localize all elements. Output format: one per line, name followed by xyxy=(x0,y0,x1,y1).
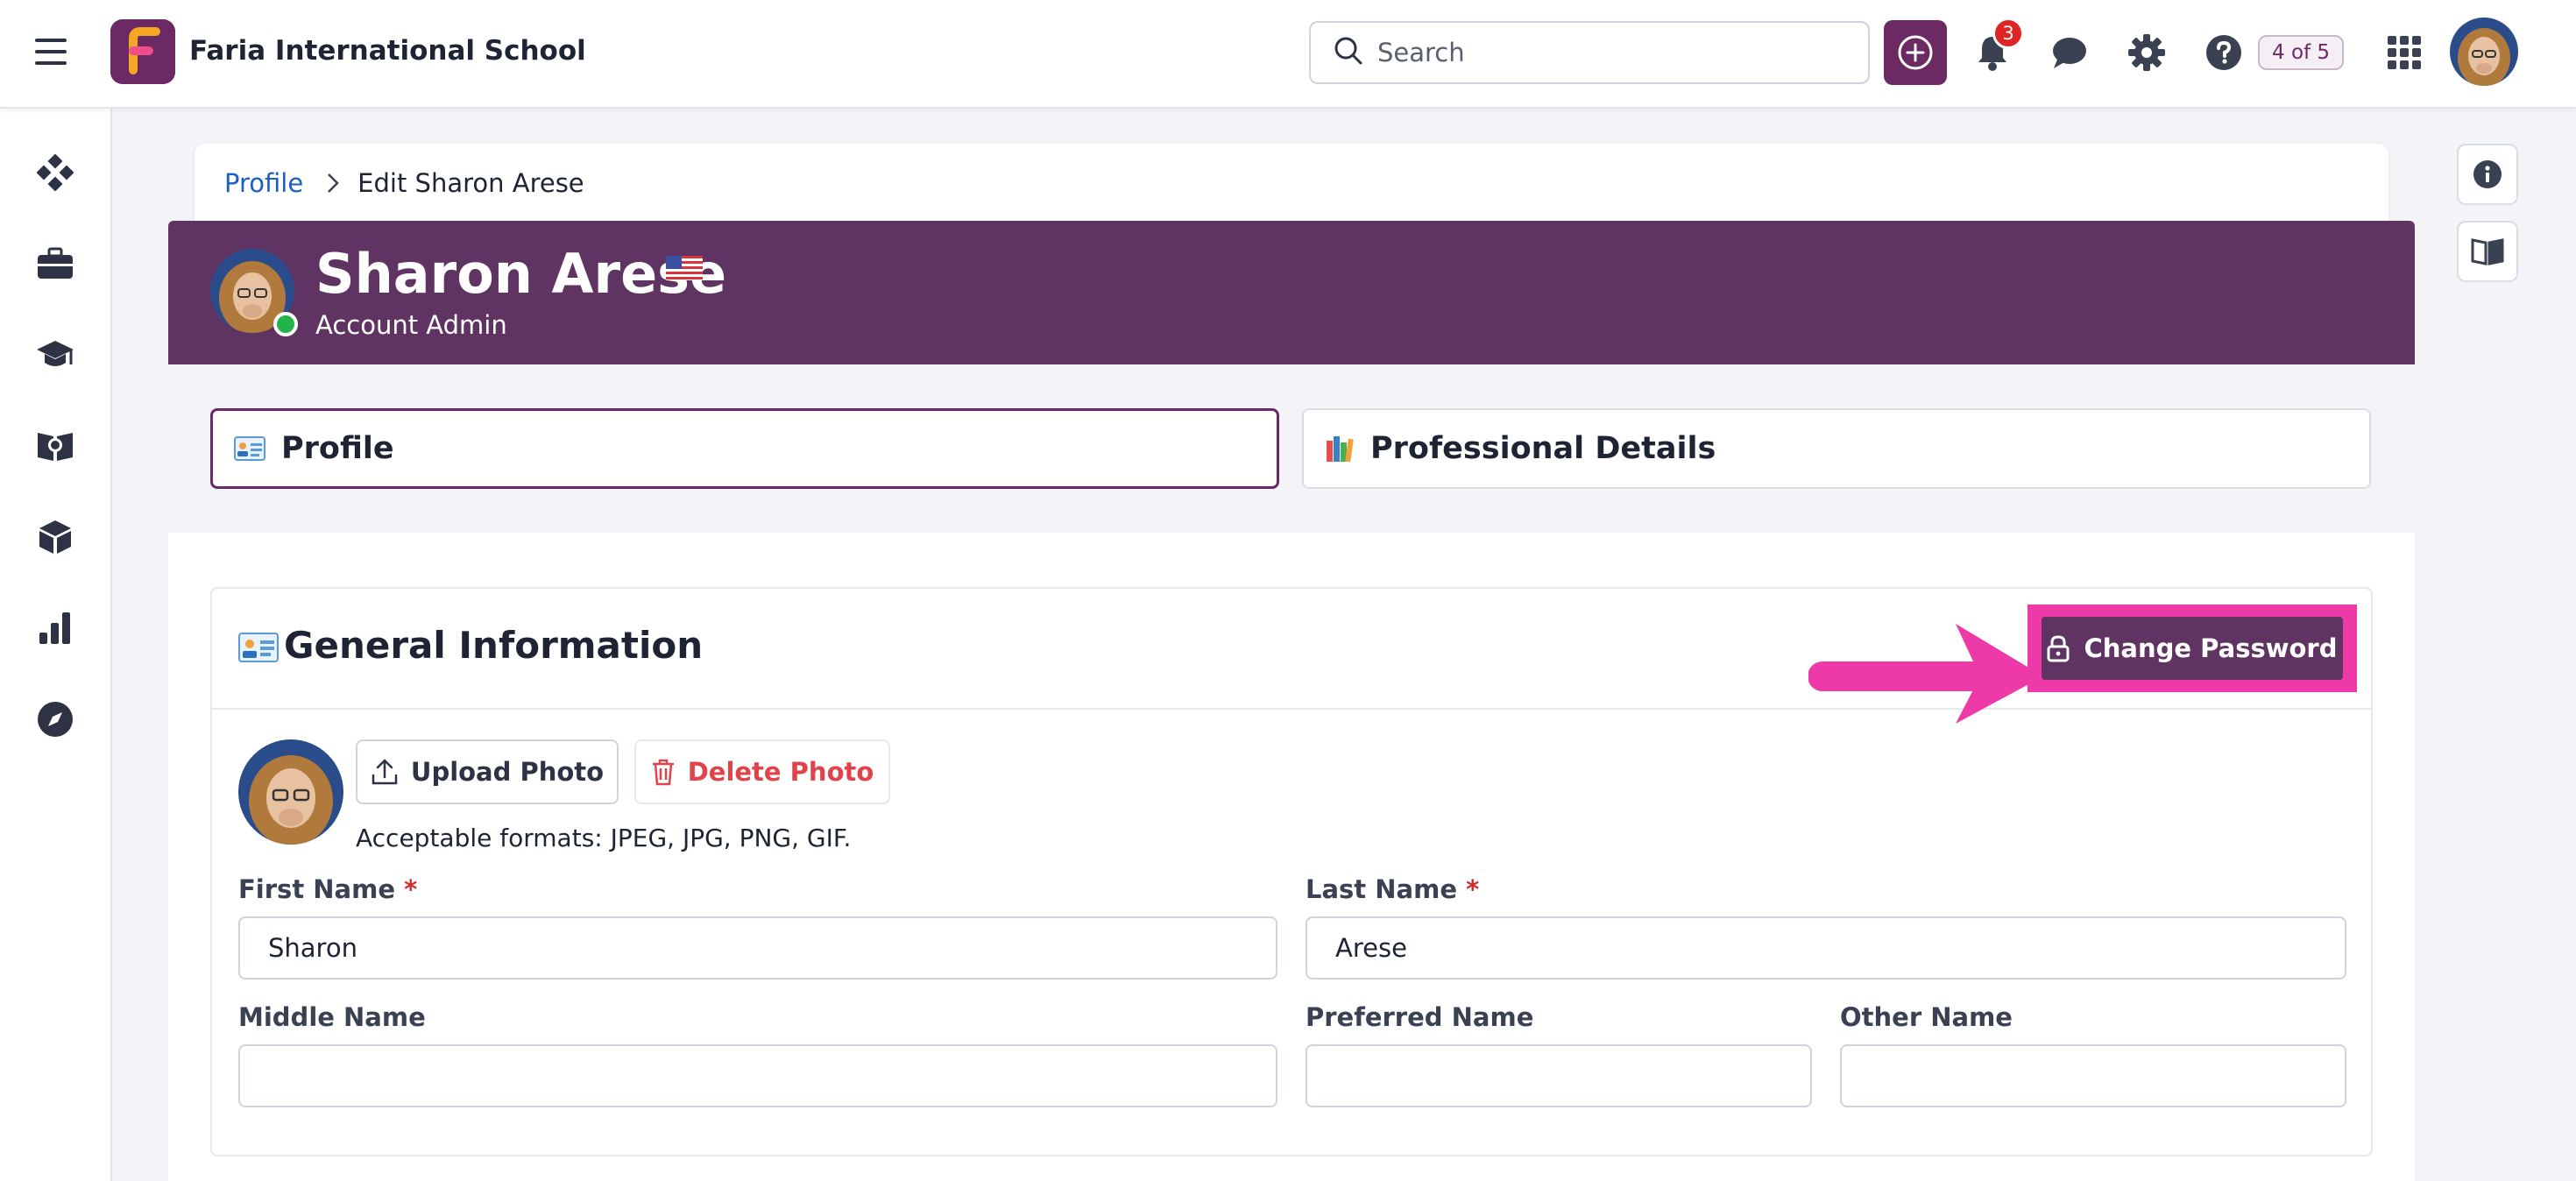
upload-icon xyxy=(371,758,399,786)
profile-role: Account Admin xyxy=(315,310,507,340)
books-icon xyxy=(1325,434,1355,463)
book-globe-icon xyxy=(38,433,73,461)
sidebar-item-learning[interactable] xyxy=(35,426,75,466)
general-information-card: General Information Change Password Uplo… xyxy=(210,587,2373,1156)
lock-icon xyxy=(2047,634,2070,662)
other-name-input[interactable] xyxy=(1840,1044,2346,1107)
search-icon xyxy=(1334,36,1363,69)
online-status-dot xyxy=(273,312,298,336)
school-logo[interactable] xyxy=(110,19,175,84)
tab-professional-details[interactable]: Professional Details xyxy=(1302,408,2371,489)
tab-professional-details-label: Professional Details xyxy=(1370,431,1716,466)
profile-name: Sharon Arese xyxy=(315,242,727,306)
preferred-name-label: Preferred Name xyxy=(1306,1002,1534,1032)
search-input[interactable] xyxy=(1377,38,1851,67)
onboarding-progress-pill[interactable]: 4 of 5 xyxy=(2258,35,2345,70)
change-password-button[interactable]: Change Password xyxy=(2042,617,2343,680)
tab-profile[interactable]: Profile xyxy=(210,408,1279,489)
middle-name-input[interactable] xyxy=(238,1044,1277,1107)
annotation-arrow xyxy=(1808,620,2045,729)
trash-icon xyxy=(651,758,676,786)
required-mark: * xyxy=(1466,874,1480,904)
sidebar-item-reports[interactable] xyxy=(35,608,75,648)
last-name-input[interactable] xyxy=(1306,916,2346,979)
profile-content: Profile Professional Details General Inf… xyxy=(168,364,2415,1181)
first-name-input[interactable] xyxy=(238,916,1277,979)
cube-icon xyxy=(39,520,71,554)
gear-icon xyxy=(2128,34,2165,71)
info-icon xyxy=(2473,160,2502,188)
settings-button[interactable] xyxy=(2126,32,2168,74)
sidebar-item-resources[interactable] xyxy=(35,517,75,557)
middle-name-label: Middle Name xyxy=(238,1002,426,1032)
required-mark: * xyxy=(404,874,418,904)
compass-icon xyxy=(38,702,73,737)
add-button[interactable] xyxy=(1884,20,1947,85)
menu-icon[interactable] xyxy=(35,39,67,65)
delete-photo-button[interactable]: Delete Photo xyxy=(634,739,890,804)
delete-photo-label: Delete Photo xyxy=(687,757,874,787)
help-icon xyxy=(2206,35,2241,70)
bar-chart-icon xyxy=(39,612,70,644)
first-name-label: First Name * xyxy=(238,874,418,904)
left-sidebar xyxy=(0,109,112,1181)
other-name-label: Other Name xyxy=(1840,1002,2013,1032)
help-button[interactable] xyxy=(2203,32,2245,74)
preferred-name-input[interactable] xyxy=(1306,1044,1812,1107)
book-open-icon xyxy=(2471,238,2504,265)
change-password-label: Change Password xyxy=(2084,633,2338,663)
search-box[interactable] xyxy=(1309,21,1870,84)
breadcrumb-profile-link[interactable]: Profile xyxy=(224,168,303,198)
chat-icon xyxy=(2053,38,2086,68)
top-bar: Faria International School 3 4 of 5 xyxy=(0,0,2576,109)
user-avatar[interactable] xyxy=(2450,18,2518,86)
plus-circle-icon xyxy=(1898,35,1933,70)
diamond-grid-icon xyxy=(37,154,74,191)
general-information-header: General Information Change Password xyxy=(212,589,2371,724)
breadcrumb-current: Edit Sharon Arese xyxy=(357,168,584,198)
acceptable-formats-text: Acceptable formats: JPEG, JPG, PNG, GIF. xyxy=(356,824,852,852)
id-card-icon xyxy=(234,436,265,461)
id-card-icon xyxy=(238,633,279,666)
sidebar-item-dashboard[interactable] xyxy=(35,152,75,193)
info-button[interactable] xyxy=(2457,144,2518,205)
notification-badge: 3 xyxy=(1992,18,2024,49)
apps-grid-icon xyxy=(2388,36,2421,69)
profile-banner: Sharon Arese Account Admin xyxy=(168,221,2415,364)
sidebar-item-explore[interactable] xyxy=(35,699,75,739)
sidebar-item-academics[interactable] xyxy=(35,335,75,375)
graduation-cap-icon xyxy=(37,341,74,366)
guide-button[interactable] xyxy=(2457,221,2518,282)
us-flag-icon xyxy=(666,256,703,280)
tab-profile-label: Profile xyxy=(281,431,394,466)
general-information-title: General Information xyxy=(284,624,704,667)
last-name-label: Last Name * xyxy=(1306,874,1480,904)
profile-photo xyxy=(238,739,343,845)
upload-photo-button[interactable]: Upload Photo xyxy=(356,739,619,804)
breadcrumb: Profile Edit Sharon Arese xyxy=(224,168,584,198)
chevron-right-icon xyxy=(326,172,340,194)
sidebar-item-admin[interactable] xyxy=(35,244,75,284)
upload-photo-label: Upload Photo xyxy=(410,757,605,787)
messages-button[interactable] xyxy=(2049,32,2091,74)
apps-button[interactable] xyxy=(2383,32,2425,74)
tabs-area: Profile Professional Details xyxy=(168,364,2415,533)
briefcase-icon xyxy=(38,247,73,279)
school-name: Faria International School xyxy=(189,35,586,67)
